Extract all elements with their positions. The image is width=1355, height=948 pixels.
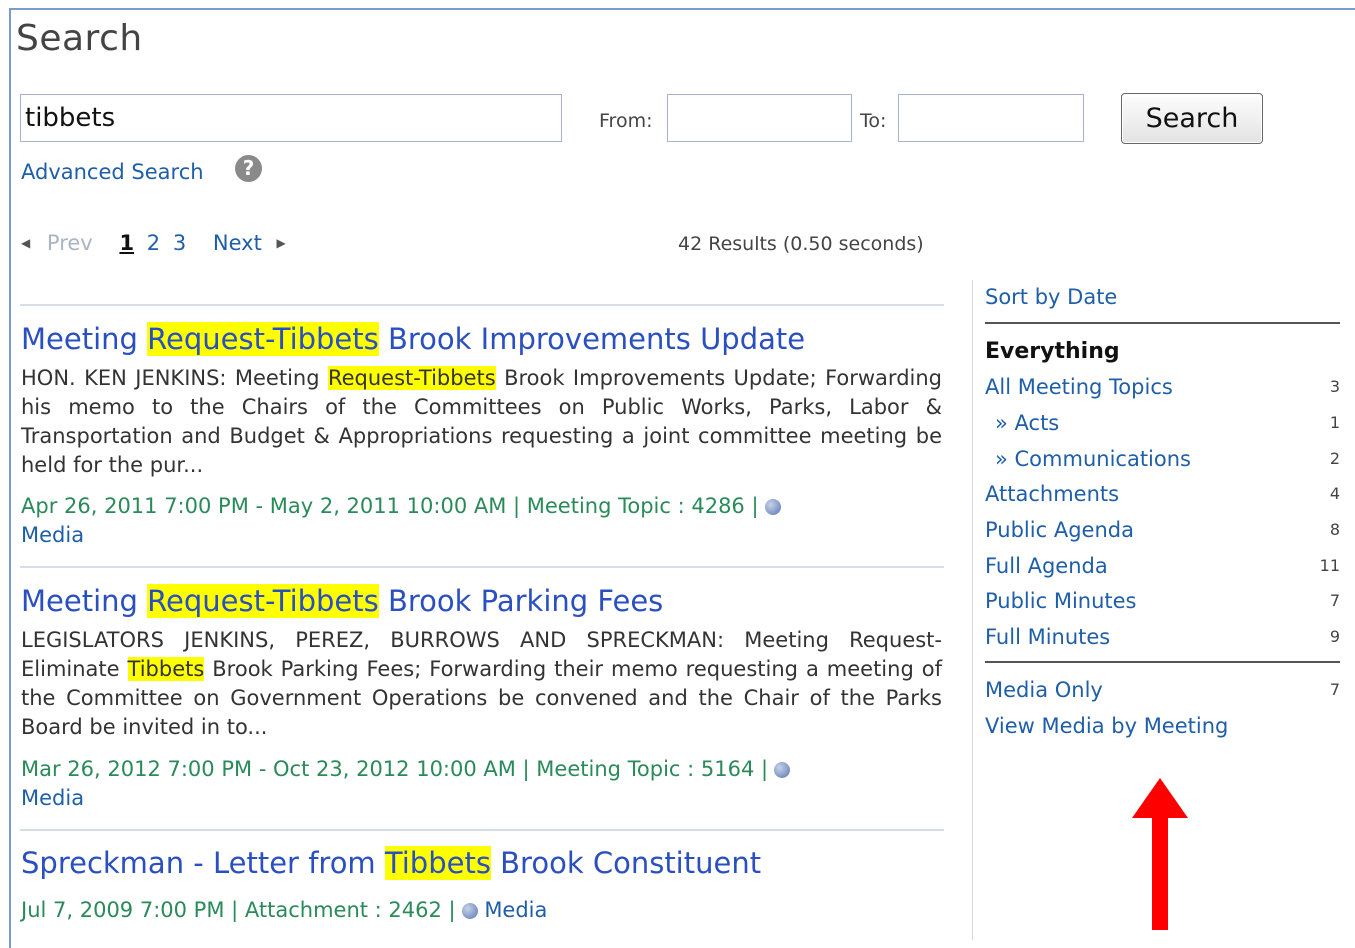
filter-label: Full Agenda <box>985 554 1108 578</box>
result-meta: Apr 26, 2011 7:00 PM - May 2, 2011 10:00… <box>21 492 946 550</box>
highlighted-term: Request-Tibbets <box>147 584 379 618</box>
divider <box>20 304 944 306</box>
result-title-text: Brook Improvements Update <box>378 322 806 356</box>
sidebar-divider <box>972 280 973 940</box>
sidebar-separator <box>985 322 1340 324</box>
to-label: To: <box>860 110 887 132</box>
filter-label: Public Minutes <box>985 589 1137 613</box>
result-title-text: Meeting <box>21 322 148 356</box>
filter-count: 8 <box>1329 520 1340 539</box>
from-label: From: <box>599 110 653 132</box>
media-icon <box>764 499 781 515</box>
from-date-input[interactable] <box>667 94 852 142</box>
snippet-text: HON. KEN JENKINS: Meeting <box>21 366 328 390</box>
search-button[interactable]: Search <box>1121 93 1263 144</box>
filter-count: 1 <box>1329 413 1340 432</box>
advanced-search-link[interactable]: Advanced Search <box>21 160 204 184</box>
media-link[interactable]: Media <box>21 786 84 810</box>
pagination: ◀ Prev 1 2 3 Next ▶ <box>21 230 286 255</box>
divider <box>20 829 944 831</box>
filter-public-minutes[interactable]: Public Minutes 7 <box>985 589 1340 613</box>
sort-by-date-link[interactable]: Sort by Date <box>985 285 1340 309</box>
result-title-text: Brook Parking Fees <box>378 584 664 618</box>
red-arrow-annotation <box>1132 778 1188 930</box>
highlighted-term: Request-Tibbets <box>327 366 496 390</box>
result-title-link[interactable]: Meeting Request-Tibbets Brook Parking Fe… <box>21 584 663 618</box>
filter-acts[interactable]: » Acts 1 <box>985 411 1340 435</box>
filter-full-agenda[interactable]: Full Agenda 11 <box>985 554 1340 578</box>
media-link[interactable]: Media <box>484 898 547 922</box>
filter-all-meeting-topics[interactable]: All Meeting Topics 3 <box>985 375 1340 399</box>
filter-count: 9 <box>1329 627 1340 646</box>
media-icon <box>461 903 478 919</box>
result-date-topic: Mar 26, 2012 7:00 PM - Oct 23, 2012 10:0… <box>21 757 769 781</box>
media-link[interactable]: Media <box>21 523 84 547</box>
filter-attachments[interactable]: Attachments 4 <box>985 482 1340 506</box>
result-title-text: Spreckman - Letter from <box>21 846 385 880</box>
filter-media-only[interactable]: Media Only 7 <box>985 678 1340 702</box>
page-title: Search <box>16 18 143 59</box>
arrow-up-icon <box>1132 778 1188 930</box>
result-title-text: Meeting <box>21 584 148 618</box>
to-date-input[interactable] <box>898 94 1084 142</box>
filter-label: Media Only <box>985 678 1103 702</box>
filter-full-minutes[interactable]: Full Minutes 9 <box>985 625 1340 649</box>
next-page-link[interactable]: Next <box>213 231 262 255</box>
prev-arrow-icon: ◀ <box>21 236 31 250</box>
filter-heading-everything: Everything <box>985 339 1120 364</box>
highlighted-term: Tibbets <box>127 657 205 681</box>
result-count: 42 Results (0.50 seconds) <box>678 233 924 255</box>
result-title-text: Brook Constituent <box>490 846 762 880</box>
divider <box>20 566 944 568</box>
filter-count: 3 <box>1329 377 1340 396</box>
prev-page-link: Prev <box>46 231 93 255</box>
media-icon <box>774 762 791 778</box>
filter-count: 4 <box>1329 484 1340 503</box>
help-icon[interactable]: ? <box>235 155 262 182</box>
filter-label: Attachments <box>985 482 1120 506</box>
next-arrow-icon: ▶ <box>276 236 286 250</box>
result-date-topic: Jul 7, 2009 7:00 PM | Attachment : 2462 … <box>21 898 456 922</box>
highlighted-term: Request-Tibbets <box>147 322 379 356</box>
filter-public-agenda[interactable]: Public Agenda 8 <box>985 518 1340 542</box>
filter-communications[interactable]: » Communications 2 <box>985 447 1340 471</box>
result-snippet: HON. KEN JENKINS: Meeting Request-Tibbet… <box>21 364 942 480</box>
filter-count: 2 <box>1329 449 1340 468</box>
highlighted-term: Tibbets <box>384 846 491 880</box>
view-media-by-meeting-link[interactable]: View Media by Meeting <box>985 714 1340 738</box>
result-date-topic: Apr 26, 2011 7:00 PM - May 2, 2011 10:00… <box>21 494 759 518</box>
sidebar-separator <box>985 661 1340 663</box>
filter-count: 7 <box>1329 591 1340 610</box>
result-meta: Jul 7, 2009 7:00 PM | Attachment : 2462 … <box>21 896 946 925</box>
result-title-link[interactable]: Spreckman - Letter from Tibbets Brook Co… <box>21 846 761 880</box>
filter-label: » Communications <box>995 447 1191 471</box>
filter-label: » Acts <box>995 411 1060 435</box>
filter-count: 11 <box>1319 556 1340 575</box>
search-input[interactable] <box>20 94 562 142</box>
page-link-3[interactable]: 3 <box>173 231 186 255</box>
result-title-link[interactable]: Meeting Request-Tibbets Brook Improvemen… <box>21 322 805 356</box>
result-snippet: LEGISLATORS JENKINS, PEREZ, BURROWS AND … <box>21 626 942 742</box>
filter-count: 7 <box>1329 680 1340 699</box>
page-link-2[interactable]: 2 <box>147 231 160 255</box>
filter-label: All Meeting Topics <box>985 375 1173 399</box>
result-meta: Mar 26, 2012 7:00 PM - Oct 23, 2012 10:0… <box>21 755 946 813</box>
page-link-1[interactable]: 1 <box>119 231 134 255</box>
filter-label: Public Agenda <box>985 518 1134 542</box>
filter-label: Full Minutes <box>985 625 1111 649</box>
